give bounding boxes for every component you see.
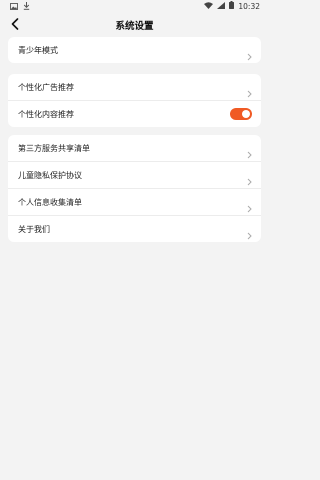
- personalized-content-toggle[interactable]: [230, 108, 252, 120]
- page-title: 系统设置: [115, 21, 154, 32]
- row-label: 关于我们: [18, 224, 50, 234]
- nav-bar: 系统设置: [0, 12, 269, 36]
- status-left: [10, 2, 30, 12]
- settings-group-personalization: 个性化广告推荐 个性化内容推荐: [8, 74, 261, 127]
- row-label: 个人信息收集清单: [18, 197, 82, 207]
- row-label: 第三方服务共享清单: [18, 143, 90, 153]
- status-time: 10:32: [238, 1, 260, 11]
- row-teen-mode[interactable]: 青少年模式: [8, 37, 261, 63]
- row-personal-info-list[interactable]: 个人信息收集清单: [8, 188, 261, 215]
- row-label: 儿童隐私保护协议: [18, 170, 82, 180]
- chevron-right-icon: [247, 46, 252, 65]
- row-third-party-sharing[interactable]: 第三方服务共享清单: [8, 135, 261, 161]
- row-label: 个性化广告推荐: [18, 82, 74, 92]
- status-bar: 10:32: [0, 0, 269, 12]
- download-icon: [23, 2, 30, 12]
- row-label: 个性化内容推荐: [18, 109, 74, 119]
- row-about-us[interactable]: 关于我们: [8, 215, 261, 242]
- wifi-icon: [204, 1, 214, 11]
- photo-icon: [10, 2, 18, 12]
- signal-icon: [217, 1, 226, 11]
- status-right: 10:32: [204, 1, 260, 11]
- row-personalized-ads[interactable]: 个性化广告推荐: [8, 74, 261, 100]
- row-label: 青少年模式: [18, 45, 58, 55]
- battery-icon: [229, 1, 235, 11]
- toggle-knob: [242, 110, 250, 118]
- settings-group-teen: 青少年模式: [8, 37, 261, 63]
- chevron-right-icon: [247, 225, 252, 244]
- row-child-privacy[interactable]: 儿童隐私保护协议: [8, 161, 261, 188]
- settings-group-about: 第三方服务共享清单 儿童隐私保护协议 个人信息收集清单 关于我们: [8, 135, 261, 242]
- row-personalized-content: 个性化内容推荐: [8, 100, 261, 127]
